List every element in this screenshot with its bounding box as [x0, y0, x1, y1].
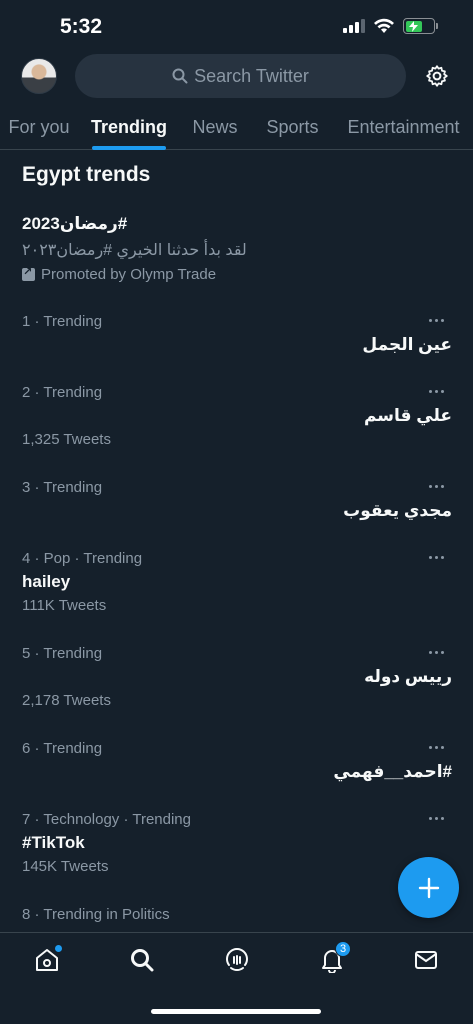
more-icon[interactable] [425, 481, 448, 492]
tab-entertainment[interactable]: Entertainment [343, 104, 464, 150]
avatar[interactable] [21, 58, 57, 94]
home-indicator [151, 1009, 321, 1014]
more-icon[interactable] [425, 386, 448, 397]
promoted-trend[interactable]: #رمضان2023 لقد بدأ حدثنا الخيري #رمضان٢٠… [22, 214, 452, 283]
trend-name: hailey [22, 572, 71, 591]
plus-icon [418, 877, 439, 898]
header: Search Twitter [0, 54, 473, 100]
nav-notifications[interactable]: 3 [317, 941, 351, 975]
trend-meta: 2 · Trending [22, 384, 103, 401]
nav-spaces[interactable] [222, 945, 252, 975]
promoted-by-text: Promoted by Olymp Trade [41, 266, 217, 283]
trend-item[interactable]: 7 · Technology · Trending #TikTok 145K T… [22, 811, 452, 875]
trend-name: #احمد__فهمي [333, 762, 452, 781]
nav-messages[interactable] [411, 945, 441, 975]
trend-meta: 1 · Trending [22, 313, 103, 330]
promo-title: #رمضان2023 [22, 214, 128, 233]
tab-for-you[interactable]: For you [8, 104, 70, 150]
promoted-label: Promoted by Olymp Trade [22, 265, 452, 283]
status-bar: 5:32 [0, 0, 473, 52]
trend-count: 145K Tweets [22, 858, 109, 875]
trend-item[interactable]: 1 · Trending عين الجمل [22, 313, 452, 355]
notification-badge: 3 [335, 941, 351, 957]
search-placeholder: Search Twitter [194, 65, 309, 86]
signal-icon [343, 19, 365, 33]
trend-count: 1,325 Tweets [22, 431, 111, 448]
trend-name: #TikTok [22, 833, 85, 852]
trend-item[interactable]: 6 · Trending #احمد__فهمي [22, 740, 452, 782]
trend-item[interactable]: 3 · Trending مجدي يعقوب [22, 479, 452, 521]
trend-item[interactable]: 5 · Trending رييس دوله 2,178 Tweets [22, 645, 452, 709]
more-icon[interactable] [425, 813, 448, 824]
trend-meta: 7 · Technology · Trending [22, 811, 191, 828]
trend-meta: 3 · Trending [22, 479, 103, 496]
trend-name: عين الجمل [362, 335, 452, 354]
tab-news[interactable]: News [191, 104, 239, 150]
trend-item[interactable]: 2 · Trending علي قاسم 1,325 Tweets [22, 384, 452, 448]
search-icon [131, 949, 154, 972]
trend-name: رييس دوله [364, 667, 452, 686]
trend-name: علي قاسم [363, 406, 452, 425]
gear-icon[interactable] [425, 64, 449, 88]
mail-icon [415, 951, 437, 969]
tab-trending[interactable]: Trending [91, 104, 167, 150]
trend-count: 111K Tweets [22, 597, 107, 614]
status-time: 5:32 [60, 15, 103, 38]
trend-meta: 4 · Pop · Trending [22, 550, 143, 567]
wifi-icon [374, 18, 394, 33]
trend-item[interactable]: 8 · Trending in Politics [22, 906, 452, 923]
more-icon[interactable] [425, 315, 448, 326]
trend-item[interactable]: 4 · Pop · Trending hailey 111K Tweets [22, 550, 452, 614]
status-icons [343, 18, 438, 34]
more-icon[interactable] [425, 647, 448, 658]
more-icon[interactable] [425, 742, 448, 753]
unread-dot [55, 945, 62, 952]
search-input[interactable]: Search Twitter [75, 54, 406, 98]
compose-tweet-button[interactable] [398, 857, 459, 918]
explore-tabs: For you Trending News Sports Entertainme… [0, 104, 473, 150]
tab-sports[interactable]: Sports [264, 104, 321, 150]
promoted-icon [22, 265, 35, 281]
more-icon[interactable] [425, 552, 448, 563]
section-title: Egypt trends [22, 163, 151, 186]
trend-meta: 6 · Trending [22, 740, 103, 757]
trend-name: مجدي يعقوب [343, 501, 452, 520]
nav-home[interactable] [32, 945, 62, 975]
trend-meta: 5 · Trending [22, 645, 103, 662]
promo-description: لقد بدأ حدثنا الخيري #رمضان٢٠٢٣ [22, 242, 247, 259]
spaces-icon [226, 948, 248, 971]
search-icon [172, 68, 188, 84]
trend-count: 2,178 Tweets [22, 692, 111, 709]
trend-meta: 8 · Trending in Politics [22, 906, 170, 923]
nav-explore[interactable] [127, 945, 157, 975]
battery-icon [403, 18, 438, 34]
